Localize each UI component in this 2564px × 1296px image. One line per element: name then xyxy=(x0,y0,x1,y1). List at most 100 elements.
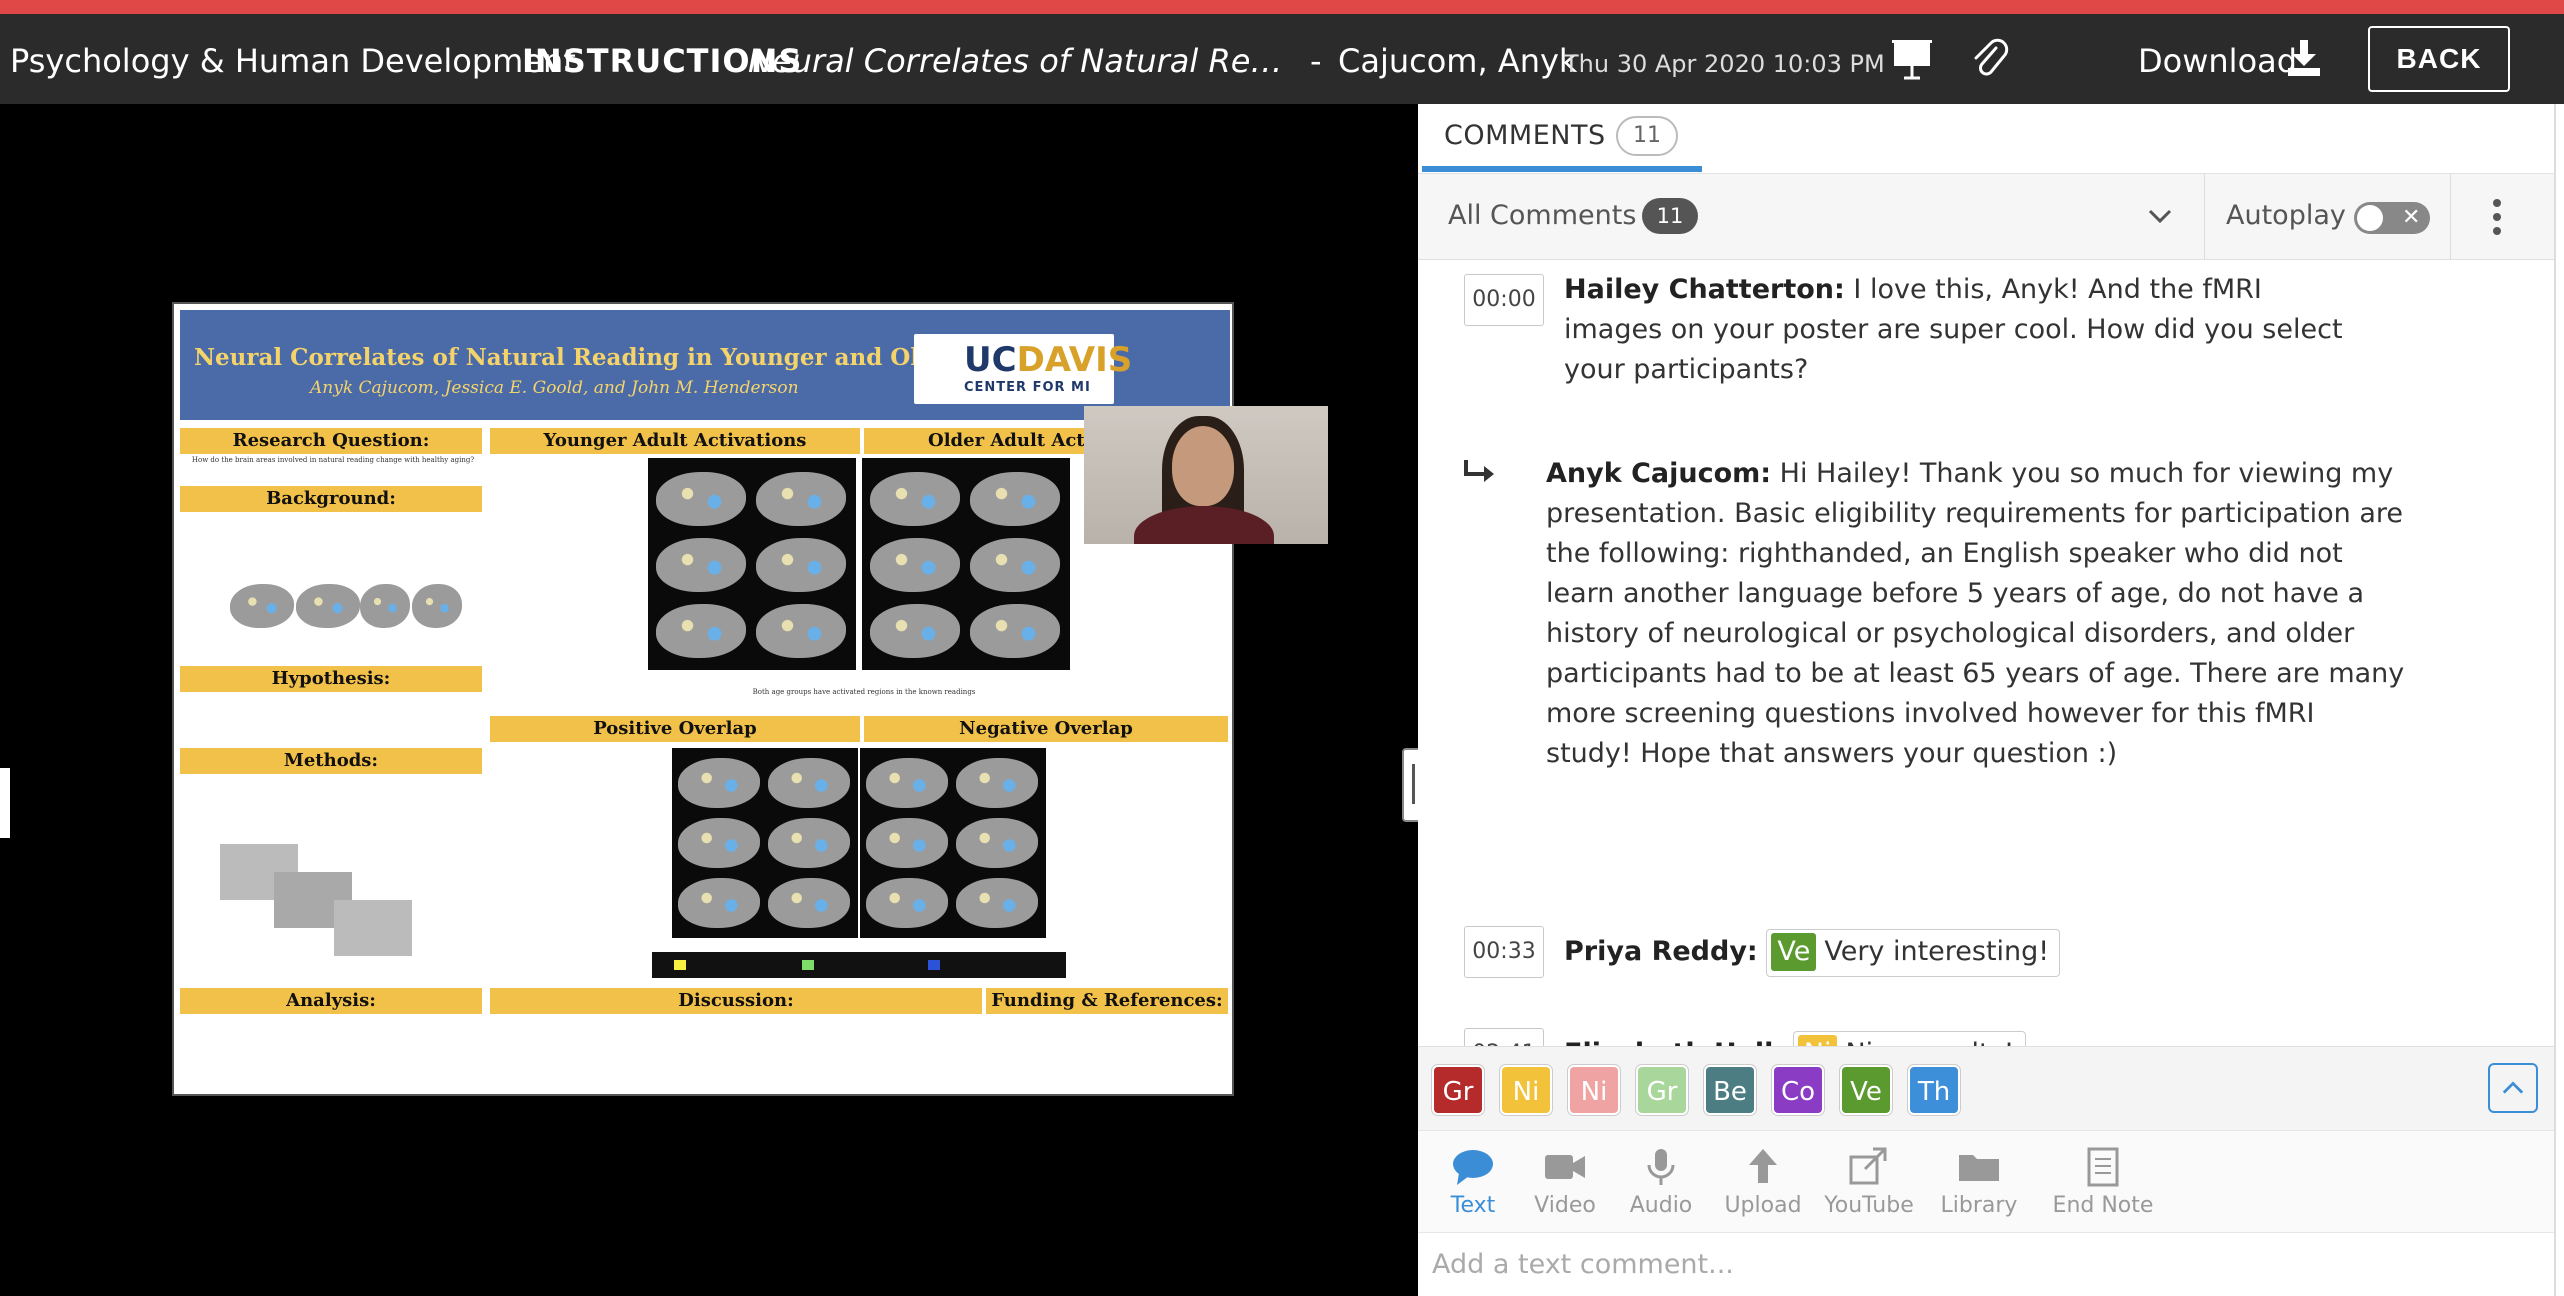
tab-comments[interactable]: COMMENTS xyxy=(1444,120,1606,151)
positive-overlap-heading: Positive Overlap xyxy=(490,716,860,742)
analysis-heading: Analysis: xyxy=(180,988,482,1014)
negative-brain-panel xyxy=(860,748,1046,938)
course-name[interactable]: Psychology & Human Development xyxy=(10,42,576,80)
video-camera-icon xyxy=(1545,1155,1585,1179)
autoplay-label: Autoplay xyxy=(2226,200,2346,231)
comment-item: Hailey Chatterton: I love this, Anyk! An… xyxy=(1564,270,2344,390)
chevron-up-icon[interactable] xyxy=(2488,1063,2538,1113)
note-icon xyxy=(2087,1147,2119,1187)
hypothesis-heading: Hypothesis: xyxy=(180,666,482,692)
older-brain-panel xyxy=(862,458,1070,670)
reply-arrow-icon xyxy=(1464,460,1494,482)
tool-end-note[interactable]: End Note xyxy=(2040,1141,2166,1225)
quick-tags-bar: Gr Ni Ni Gr Be Co Ve Th xyxy=(1418,1046,2554,1130)
background-heading: Background: xyxy=(180,486,482,512)
download-icon[interactable] xyxy=(2286,38,2322,78)
presentation-icon[interactable] xyxy=(1888,36,1936,84)
comment-timestamp[interactable]: 02:41 xyxy=(1464,1028,1544,1046)
poster-image: Neural Correlates of Natural Reading in … xyxy=(172,302,1234,1096)
comment-body: Hi Hailey! Thank you so much for viewing… xyxy=(1546,458,2405,769)
brain-image xyxy=(296,584,360,628)
external-link-icon xyxy=(1849,1147,1887,1185)
quick-tag-button[interactable]: Be xyxy=(1704,1065,1756,1115)
poster-legend xyxy=(652,952,1066,978)
brain-image xyxy=(412,584,462,628)
document-viewer[interactable]: Neural Correlates of Natural Reading in … xyxy=(0,104,1418,1296)
tag-text: Nice results! xyxy=(1845,1038,2014,1047)
comment-author: Elizabeth Hall: xyxy=(1564,1038,1784,1046)
tag-label: Ni xyxy=(1797,1034,1838,1046)
submission-title: Neural Correlates of Natural Reading i… xyxy=(748,42,1288,80)
autoplay-toggle[interactable]: ✕ xyxy=(2354,202,2430,234)
panel-tabs: COMMENTS 11 xyxy=(1418,104,2554,174)
tag-chip: Ve Very interesting! xyxy=(1766,928,2061,977)
speech-bubble-icon xyxy=(1453,1150,1493,1185)
poster-authors: Anyk Cajucom, Jessica E. Goold, and John… xyxy=(310,378,799,398)
attachment-icon[interactable] xyxy=(1966,36,2014,84)
tool-video[interactable]: Video xyxy=(1510,1141,1620,1225)
logo-subtitle: CENTER FOR MI xyxy=(964,380,1091,395)
poster-header: Neural Correlates of Natural Reading in … xyxy=(180,310,1230,420)
tab-comments-count: 11 xyxy=(1616,116,1678,156)
research-question-heading: Research Question: xyxy=(180,428,482,454)
methods-figure xyxy=(334,900,412,956)
brain-image xyxy=(230,584,294,628)
back-button[interactable]: BACK xyxy=(2368,26,2510,92)
tool-label: End Note xyxy=(2052,1193,2154,1218)
tool-label: Audio xyxy=(1629,1193,1693,1218)
tool-upload[interactable]: Upload xyxy=(1708,1141,1818,1225)
top-bar: Psychology & Human Development INSTRUCTI… xyxy=(0,0,2564,104)
tool-label: Library xyxy=(1940,1193,2018,1218)
tag-text: Very interesting! xyxy=(1824,935,2050,967)
funding-heading: Funding & References: xyxy=(986,988,1228,1014)
comment-author: Hailey Chatterton: xyxy=(1564,274,1845,305)
quick-tag-button[interactable]: Gr xyxy=(1636,1065,1688,1115)
positive-brain-panel xyxy=(672,748,858,938)
left-panel-handle[interactable] xyxy=(0,768,10,838)
right-edge-panel xyxy=(2554,104,2564,1296)
chevron-down-icon[interactable] xyxy=(2140,196,2180,236)
comment-item: Elizabeth Hall: Ni Nice results! xyxy=(1564,1028,2464,1046)
negative-overlap-heading: Negative Overlap xyxy=(864,716,1228,742)
brain-image xyxy=(360,584,410,628)
more-options-icon[interactable] xyxy=(2482,194,2512,240)
younger-brain-panel xyxy=(648,458,856,670)
upload-arrow-icon xyxy=(1749,1149,1777,1183)
tag-chip: Ni Nice results! xyxy=(1792,1030,2026,1047)
folder-icon xyxy=(1959,1155,1999,1181)
submission-author: Cajucom, Anyk xyxy=(1338,42,1578,80)
active-tab-indicator xyxy=(1422,166,1702,172)
quick-tag-button[interactable]: Th xyxy=(1908,1065,1960,1115)
tool-label: Upload xyxy=(1724,1193,1802,1218)
tool-label: Video xyxy=(1534,1193,1596,1218)
tool-audio[interactable]: Audio xyxy=(1606,1141,1716,1225)
top-accent-line xyxy=(0,0,2564,14)
quick-tag-button[interactable]: Ni xyxy=(1568,1065,1620,1115)
quick-tag-button[interactable]: Ni xyxy=(1500,1065,1552,1115)
comment-timestamp[interactable]: 00:00 xyxy=(1464,274,1544,326)
download-button[interactable]: Download xyxy=(2138,42,2297,80)
logo-davis: DAVIS xyxy=(1016,340,1133,380)
close-icon: ✕ xyxy=(2402,205,2421,230)
research-question-text: How do the brain areas involved in natur… xyxy=(191,456,475,464)
quick-tag-button[interactable]: Ve xyxy=(1840,1065,1892,1115)
comment-type-toolbar: Text Video Audio Upload YouTube Library … xyxy=(1418,1130,2554,1235)
younger-heading: Younger Adult Activations xyxy=(490,428,860,454)
quick-tag-button[interactable]: Co xyxy=(1772,1065,1824,1115)
tool-library[interactable]: Library xyxy=(1924,1141,2034,1225)
filter-count-badge: 11 xyxy=(1642,198,1698,234)
tool-youtube[interactable]: YouTube xyxy=(1814,1141,1924,1225)
discussion-heading: Discussion: xyxy=(490,988,982,1014)
comment-reply: Anyk Cajucom: Hi Hailey! Thank you so mu… xyxy=(1546,454,2406,774)
comment-timestamp[interactable]: 00:33 xyxy=(1464,926,1544,978)
comment-item: Priya Reddy: Ve Very interesting! xyxy=(1564,926,2464,978)
tag-label: Ve xyxy=(1771,932,1817,971)
comment-filter-bar: All Comments 11 Autoplay ✕ xyxy=(1418,174,2554,260)
both-age-groups-note: Both age groups have activated regions i… xyxy=(752,688,976,696)
comment-list[interactable]: 00:00 Hailey Chatterton: I love this, An… xyxy=(1418,260,2554,1046)
quick-tag-button[interactable]: Gr xyxy=(1432,1065,1484,1115)
presenter-webcam xyxy=(1084,406,1328,544)
ucdavis-logo: UCDAVIS CENTER FOR MI xyxy=(914,334,1132,404)
comment-text-input[interactable] xyxy=(1418,1232,2554,1296)
filter-dropdown[interactable]: All Comments xyxy=(1448,200,1636,231)
